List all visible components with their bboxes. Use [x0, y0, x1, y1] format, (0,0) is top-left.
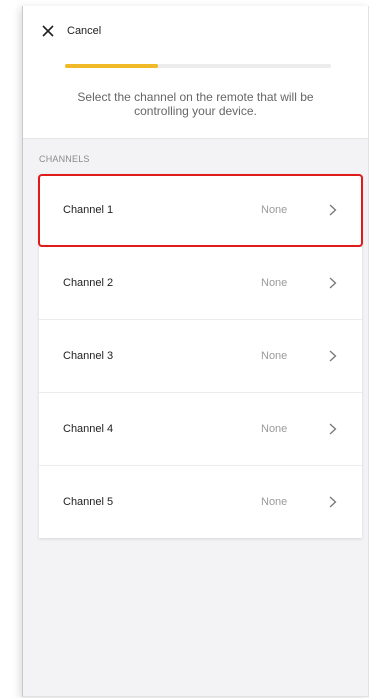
- channel-list: Channel 1 None Channel 2 None Channel 3 …: [39, 174, 362, 538]
- cancel-button[interactable]: Cancel: [41, 24, 101, 38]
- channel-value: None: [261, 204, 288, 216]
- instruction-text: Select the channel on the remote that wi…: [77, 90, 314, 118]
- channel-row-1[interactable]: Channel 1 None: [39, 174, 362, 247]
- progress-fill: [65, 64, 159, 68]
- app-screen: Cancel Select the channel on the remote …: [22, 6, 369, 697]
- channel-value: None: [261, 277, 288, 289]
- cancel-label: Cancel: [67, 25, 102, 37]
- channel-row-4[interactable]: Channel 4 None: [39, 393, 362, 466]
- channel-value: None: [261, 496, 288, 508]
- channel-name: Channel 4: [63, 423, 114, 435]
- chevron-right-icon: [329, 350, 337, 362]
- channel-value: None: [261, 423, 288, 435]
- channel-name: Channel 1: [63, 204, 114, 216]
- channel-name: Channel 5: [63, 496, 114, 508]
- channel-name: Channel 3: [63, 350, 114, 362]
- section-label: CHANNELS: [39, 154, 90, 164]
- channel-name: Channel 2: [63, 277, 114, 289]
- header: Cancel Select the channel on the remote …: [23, 6, 368, 139]
- progress-bar: [65, 64, 331, 68]
- chevron-right-icon: [329, 496, 337, 508]
- chevron-right-icon: [329, 277, 337, 289]
- channel-row-3[interactable]: Channel 3 None: [39, 320, 362, 393]
- channel-value: None: [261, 350, 288, 362]
- close-icon: [42, 25, 54, 37]
- channel-row-2[interactable]: Channel 2 None: [39, 247, 362, 320]
- chevron-right-icon: [329, 423, 337, 435]
- chevron-right-icon: [329, 204, 337, 216]
- channel-row-5[interactable]: Channel 5 None: [39, 466, 362, 538]
